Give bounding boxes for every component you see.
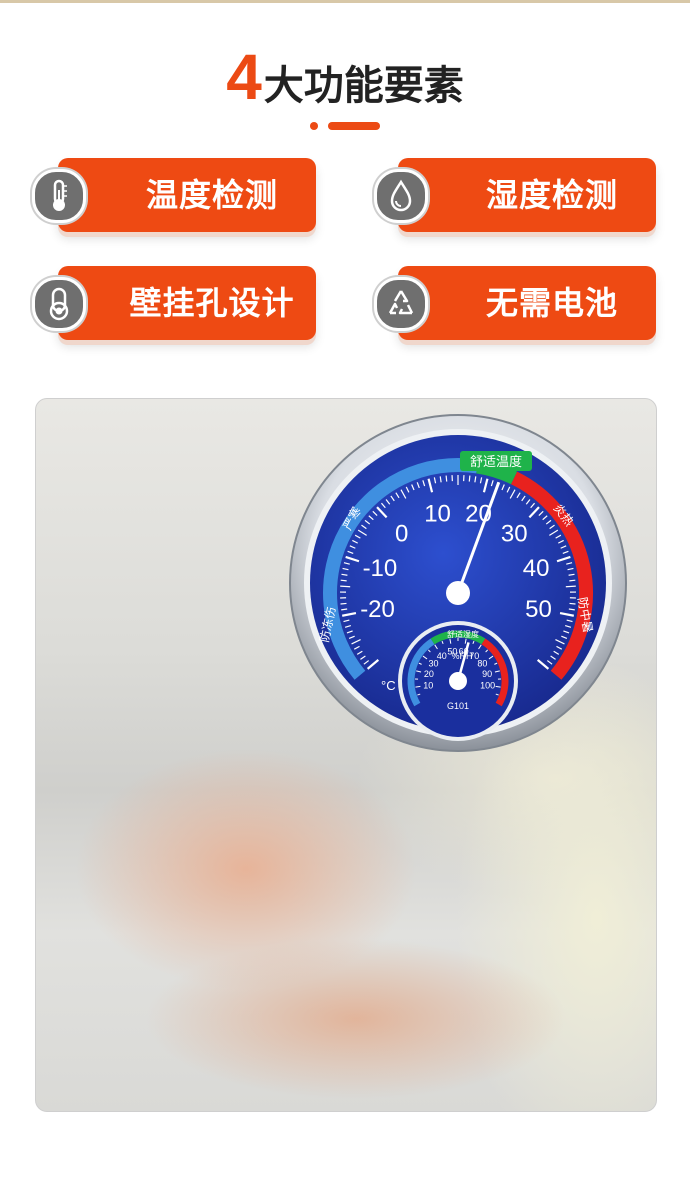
temperature-tick <box>569 579 576 582</box>
wall-hook-icon <box>32 277 86 331</box>
temperature-tick <box>569 602 576 605</box>
temperature-tick-label: 50 <box>525 596 552 623</box>
temperature-tick-label: 40 <box>523 555 550 582</box>
temperature-tick-label: -20 <box>360 596 395 623</box>
humidity-needle-hub <box>449 672 467 690</box>
temperature-tick <box>468 475 471 482</box>
section-heading: 4大功能要素 <box>0 40 690 114</box>
temperature-tick <box>340 585 351 588</box>
heading-accent-bar <box>328 122 380 130</box>
model-label: G101 <box>447 701 469 711</box>
water-drop-icon <box>374 169 428 223</box>
temperature-tick <box>565 585 576 588</box>
feature-label: 壁挂孔设计 <box>129 284 295 322</box>
temperature-tick <box>340 579 347 582</box>
feature-no-battery: 无需电池 <box>398 266 656 340</box>
thermometer-icon <box>32 169 86 223</box>
feature-label: 湿度检测 <box>485 176 618 214</box>
feature-humidity: 湿度检测 <box>398 158 656 232</box>
top-divider <box>0 0 690 3</box>
temperature-unit: °C <box>381 678 396 693</box>
humidity-tick-label: 90 <box>482 669 492 679</box>
temperature-tick <box>340 602 347 605</box>
zone-comfort-label: 舒适温度 <box>470 454 522 470</box>
thermo-hygrometer-gauge: -20-10010 20304050 严寒 防冻伤 炎热 防中暑 舒适温度 °C … <box>289 414 627 752</box>
temperature-tick-label: 0 <box>395 520 408 547</box>
feature-label: 无需电池 <box>485 284 618 322</box>
temperature-tick <box>445 475 448 482</box>
humidity-comfort-label: 舒适湿度 <box>447 629 479 639</box>
recycle-icon <box>374 277 428 331</box>
humidity-tick-label: 40 <box>437 651 447 661</box>
temperature-tick-label: 30 <box>501 520 528 547</box>
humidity-tick <box>415 685 421 688</box>
heading-title: 大功能要素 <box>263 63 464 109</box>
feature-label: 温度检测 <box>145 176 278 214</box>
feature-wall-hook: 壁挂孔设计 <box>58 266 316 340</box>
humidity-tick-label: 80 <box>477 659 487 669</box>
temperature-tick-label: 10 <box>424 501 451 528</box>
temperature-tick-label: -10 <box>363 555 398 582</box>
temperature-needle-hub <box>446 581 470 605</box>
humidity-tick-label: 10 <box>423 680 433 690</box>
feature-temperature: 温度检测 <box>58 158 316 232</box>
heading-number: 4 <box>226 41 262 113</box>
humidity-tick-label: 20 <box>424 669 434 679</box>
heading-accent-dot <box>310 122 318 130</box>
temperature-tick <box>341 608 348 611</box>
humidity-tick-label: 100 <box>480 680 495 690</box>
humidity-tick <box>495 685 501 688</box>
humidity-unit: %RH <box>451 651 472 661</box>
temperature-tick <box>568 608 575 611</box>
